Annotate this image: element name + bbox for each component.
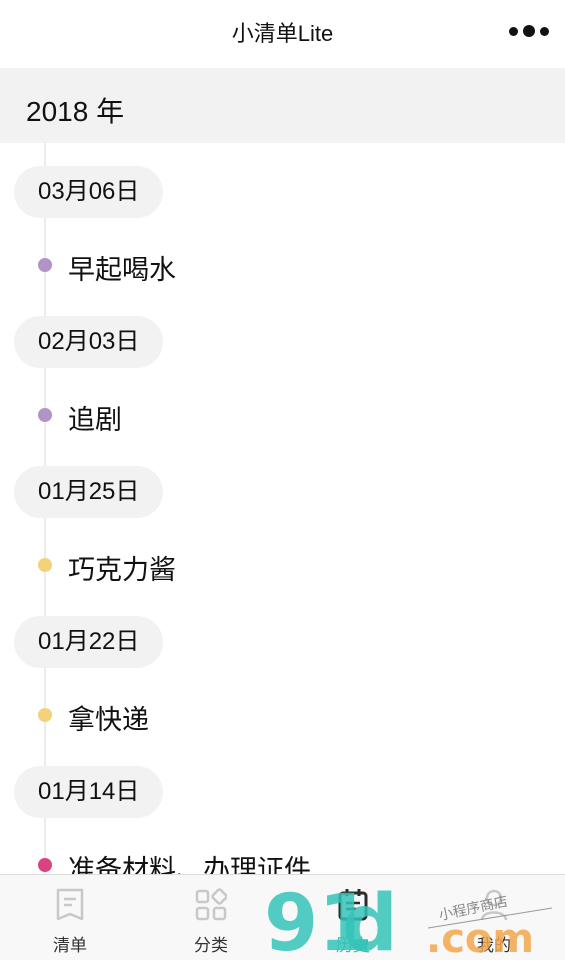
history-item[interactable]: 追剧 xyxy=(0,390,565,440)
category-dot-icon xyxy=(38,558,52,572)
history-item[interactable]: 早起喝水 xyxy=(0,240,565,290)
category-dot-icon xyxy=(38,258,52,272)
date-pill: 01月22日 xyxy=(14,616,164,668)
tab-label: 清单 xyxy=(53,936,87,955)
tab-label: 历史 xyxy=(336,936,370,955)
category-dot-icon xyxy=(38,708,52,722)
tab-history[interactable]: 历史 xyxy=(303,875,403,960)
history-item-text: 早起喝水 xyxy=(68,255,176,285)
history-item-text: 准备材料、办理证件 xyxy=(68,855,311,874)
bottom-tab-bar: 清单 分类 历史 我的 xyxy=(0,874,565,960)
list-icon xyxy=(56,888,84,921)
tab-label: 我的 xyxy=(477,936,511,955)
date-pill: 02月03日 xyxy=(14,316,164,368)
year-label: 2018 年 xyxy=(26,96,125,127)
calendar-icon xyxy=(338,889,368,921)
tab-list[interactable]: 清单 xyxy=(20,875,120,960)
history-item-text: 拿快递 xyxy=(68,705,149,735)
date-pill: 01月14日 xyxy=(14,766,164,818)
app-title: 小清单Lite xyxy=(231,21,334,46)
category-dot-icon xyxy=(38,408,52,422)
more-dot-icon xyxy=(523,25,535,37)
title-bar: 小清单Lite xyxy=(0,0,565,68)
history-item-text: 追剧 xyxy=(68,405,122,435)
year-section-header: 2018 年 xyxy=(0,68,565,143)
more-dot-icon xyxy=(509,26,518,36)
user-icon xyxy=(480,889,508,921)
history-item-text: 巧克力酱 xyxy=(68,555,176,585)
tab-profile[interactable]: 我的 xyxy=(444,875,544,960)
history-item[interactable]: 巧克力酱 xyxy=(0,540,565,590)
more-dot-icon xyxy=(540,26,549,36)
history-item[interactable]: 准备材料、办理证件 xyxy=(0,840,565,874)
history-item[interactable]: 拿快递 xyxy=(0,690,565,740)
date-pill: 01月25日 xyxy=(14,466,164,518)
tab-label: 分类 xyxy=(194,936,228,955)
category-dot-icon xyxy=(38,858,52,872)
history-timeline[interactable]: 03月06日 早起喝水 02月03日 追剧 01月25日 巧克力酱 01月22日… xyxy=(0,143,565,874)
tab-category[interactable]: 分类 xyxy=(161,875,261,960)
date-pill: 03月06日 xyxy=(14,166,164,218)
category-icon xyxy=(195,888,227,921)
more-menu-button[interactable] xyxy=(509,20,549,42)
